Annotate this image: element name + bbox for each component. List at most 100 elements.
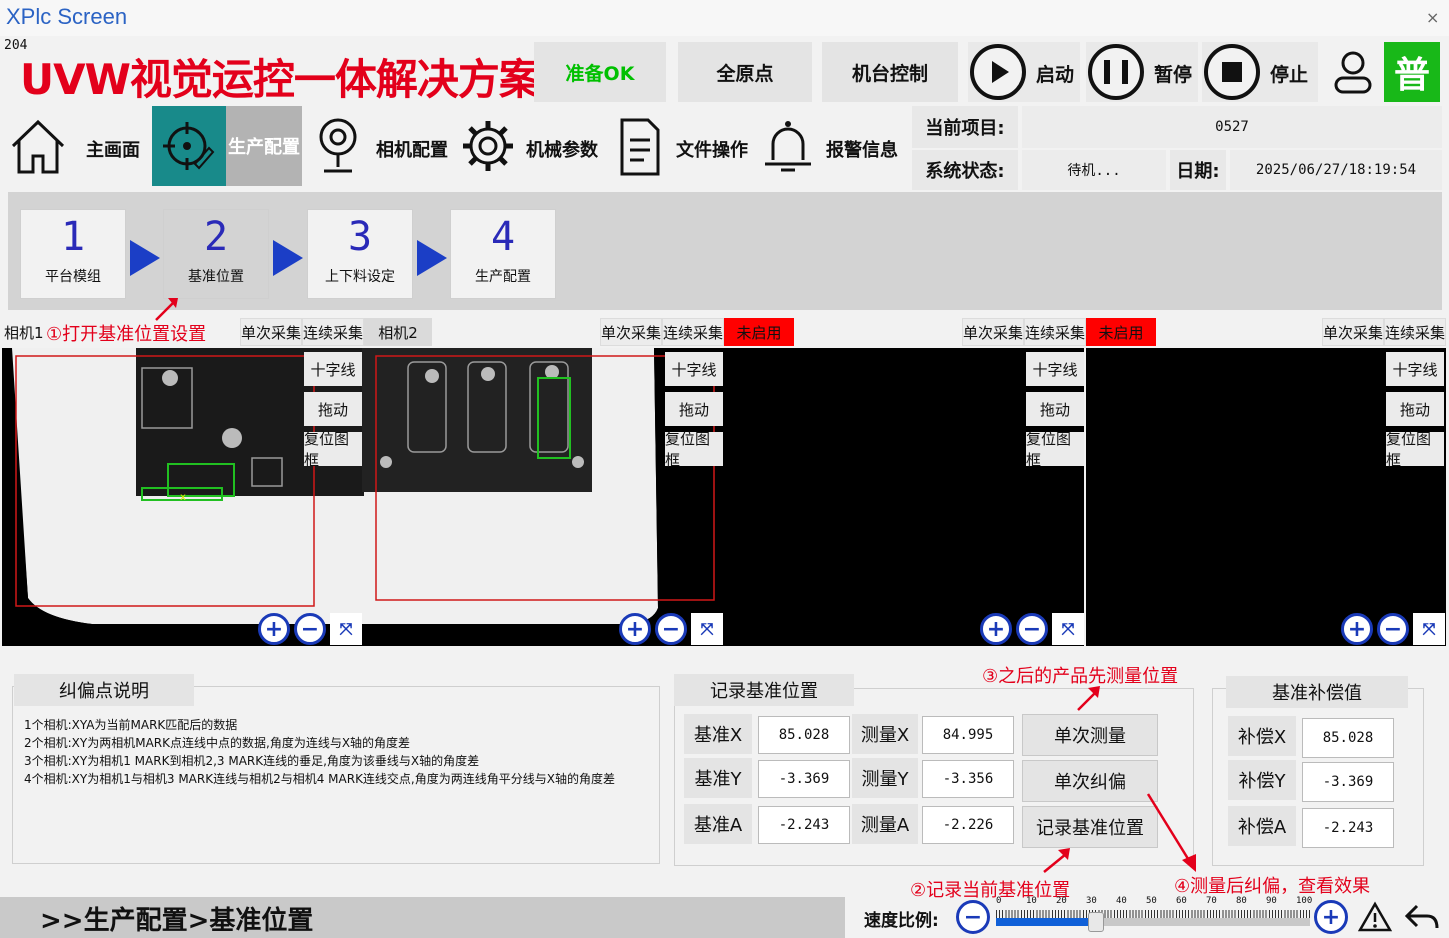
speed-thumb[interactable] (1088, 912, 1105, 932)
cam4-reset-frame-button[interactable]: 复位图框 (1386, 430, 1444, 469)
cam2-drag-button[interactable]: 拖动 (665, 392, 723, 426)
step-3-button[interactable]: 3 上下料设定 (307, 209, 413, 299)
camera-icon[interactable] (312, 114, 364, 178)
stop-icon (1204, 44, 1260, 100)
fit-view-icon[interactable]: ⤧ (1052, 613, 1084, 645)
zoom-out-icon[interactable]: − (1377, 613, 1409, 645)
nav-home-label[interactable]: 主画面 (86, 136, 140, 162)
measure-x-label: 测量X (852, 714, 918, 754)
speed-slider[interactable]: 0 10 20 30 40 50 60 70 80 90 100 (996, 896, 1312, 936)
base-a-label: 基准A (684, 804, 752, 844)
target-icon[interactable] (152, 106, 226, 186)
camera-1-2-view[interactable]: x (2, 348, 724, 646)
warning-icon[interactable] (1358, 900, 1392, 934)
zoom-out-icon[interactable]: − (1016, 613, 1048, 645)
zoom-in-icon[interactable]: + (980, 613, 1012, 645)
cam3-not-enabled-badge: 未启用 (724, 318, 794, 346)
measure-x-value[interactable]: 84.995 (922, 716, 1014, 754)
back-icon[interactable] (1402, 900, 1442, 934)
cam3-drag-button[interactable]: 拖动 (1026, 392, 1084, 426)
home-icon[interactable] (6, 112, 70, 182)
cam4-continuous-capture[interactable]: 连续采集 (1384, 318, 1446, 346)
base-x-label: 基准X (684, 714, 752, 754)
step-4-button[interactable]: 4 生产配置 (450, 209, 556, 299)
cam4-not-enabled-badge: 未启用 (1086, 318, 1156, 346)
stop-button[interactable]: 停止 (1202, 42, 1318, 102)
bell-icon[interactable] (760, 114, 816, 178)
play-icon (970, 44, 1026, 100)
nav-machine-params[interactable]: 机械参数 (526, 136, 598, 162)
annotation-arrow-3 (1077, 686, 1100, 711)
nav-production-config[interactable]: 生产配置 (226, 106, 302, 186)
cam2-continuous-capture[interactable]: 连续采集 (662, 318, 724, 346)
speed-tick-label: 0 (996, 896, 1002, 906)
fit-view-icon[interactable]: ⤧ (1413, 613, 1445, 645)
comp-y-value[interactable]: -3.369 (1302, 762, 1394, 802)
user-level-badge[interactable]: 普 (1384, 42, 1440, 102)
cam2-single-capture[interactable]: 单次采集 (600, 318, 662, 346)
nav-file-ops[interactable]: 文件操作 (676, 136, 748, 162)
description-title: 纠偏点说明 (14, 674, 194, 706)
cam3-single-capture[interactable]: 单次采集 (962, 318, 1024, 346)
cam3-reset-frame-button[interactable]: 复位图框 (1026, 430, 1084, 469)
base-a-value[interactable]: -2.243 (758, 806, 850, 844)
base-y-label: 基准Y (684, 758, 752, 798)
comp-x-value[interactable]: 85.028 (1302, 718, 1394, 758)
cam4-single-capture[interactable]: 单次采集 (1322, 318, 1384, 346)
measure-y-value[interactable]: -3.356 (922, 760, 1014, 798)
nav-camera-config[interactable]: 相机配置 (376, 136, 448, 162)
user-icon[interactable] (1330, 48, 1376, 98)
close-button[interactable]: × (1426, 8, 1439, 27)
ready-ok-button[interactable]: 准备OK (534, 42, 666, 102)
cam3-crosshair-button[interactable]: 十字线 (1026, 352, 1084, 386)
status-value: 待机... (1022, 150, 1166, 190)
start-button[interactable]: 启动 (968, 42, 1080, 102)
step-3-number: 3 (347, 214, 373, 260)
cam1-single-capture[interactable]: 单次采集 (240, 318, 302, 346)
breadcrumb: >>生产配置>基准位置 (40, 906, 314, 936)
title-bar (0, 0, 1449, 36)
zoom-out-icon[interactable]: − (294, 613, 326, 645)
file-icon[interactable] (616, 114, 664, 180)
arrow-right-icon (273, 240, 303, 276)
fit-view-icon[interactable]: ⤧ (691, 613, 723, 645)
step-1-button[interactable]: 1 平台模组 (20, 209, 126, 299)
zoom-in-icon[interactable]: + (258, 613, 290, 645)
zoom-out-icon[interactable]: − (655, 613, 687, 645)
cam1-reset-frame-button[interactable]: 复位图框 (304, 430, 362, 469)
cam2-crosshair-button[interactable]: 十字线 (665, 352, 723, 386)
base-y-value[interactable]: -3.369 (758, 760, 850, 798)
speed-decrease-icon[interactable]: − (956, 900, 990, 934)
cam1-drag-button[interactable]: 拖动 (304, 392, 362, 426)
record-base-button[interactable]: 记录基准位置 (1022, 806, 1158, 848)
home-all-button[interactable]: 全原点 (678, 42, 812, 102)
cam2-reset-frame-button[interactable]: 复位图框 (665, 430, 723, 469)
speed-tick-label: 80 (1236, 896, 1247, 906)
gear-icon[interactable] (458, 114, 518, 178)
zoom-in-icon[interactable]: + (1341, 613, 1373, 645)
single-correct-button[interactable]: 单次纠偏 (1022, 760, 1158, 802)
cam4-crosshair-button[interactable]: 十字线 (1386, 352, 1444, 386)
single-measure-button[interactable]: 单次测量 (1022, 714, 1158, 756)
cam4-drag-button[interactable]: 拖动 (1386, 392, 1444, 426)
cam1-crosshair-button[interactable]: 十字线 (304, 352, 362, 386)
step-2-button[interactable]: 2 基准位置 (163, 209, 269, 299)
machine-control-button[interactable]: 机台控制 (822, 42, 958, 102)
arrow-right-icon (417, 240, 447, 276)
speed-increase-icon[interactable]: + (1314, 900, 1348, 934)
zoom-in-icon[interactable]: + (619, 613, 651, 645)
speed-tick-label: 50 (1146, 896, 1157, 906)
base-x-value[interactable]: 85.028 (758, 716, 850, 754)
cam1-continuous-capture[interactable]: 连续采集 (302, 318, 364, 346)
comp-a-value[interactable]: -2.243 (1302, 808, 1394, 848)
cam3-continuous-capture[interactable]: 连续采集 (1024, 318, 1086, 346)
arrow-right-icon (130, 240, 160, 276)
measure-a-value[interactable]: -2.226 (922, 806, 1014, 844)
brand-title: UVW视觉运控一体解决方案 (20, 55, 541, 104)
annotation-4: ④测量后纠偏，查看效果 (1174, 876, 1371, 897)
camera-image: x (2, 348, 724, 646)
fit-view-icon[interactable]: ⤧ (330, 613, 362, 645)
pause-button[interactable]: 暂停 (1086, 42, 1198, 102)
speed-scale (996, 910, 1310, 918)
nav-alarm-info[interactable]: 报警信息 (826, 136, 898, 162)
